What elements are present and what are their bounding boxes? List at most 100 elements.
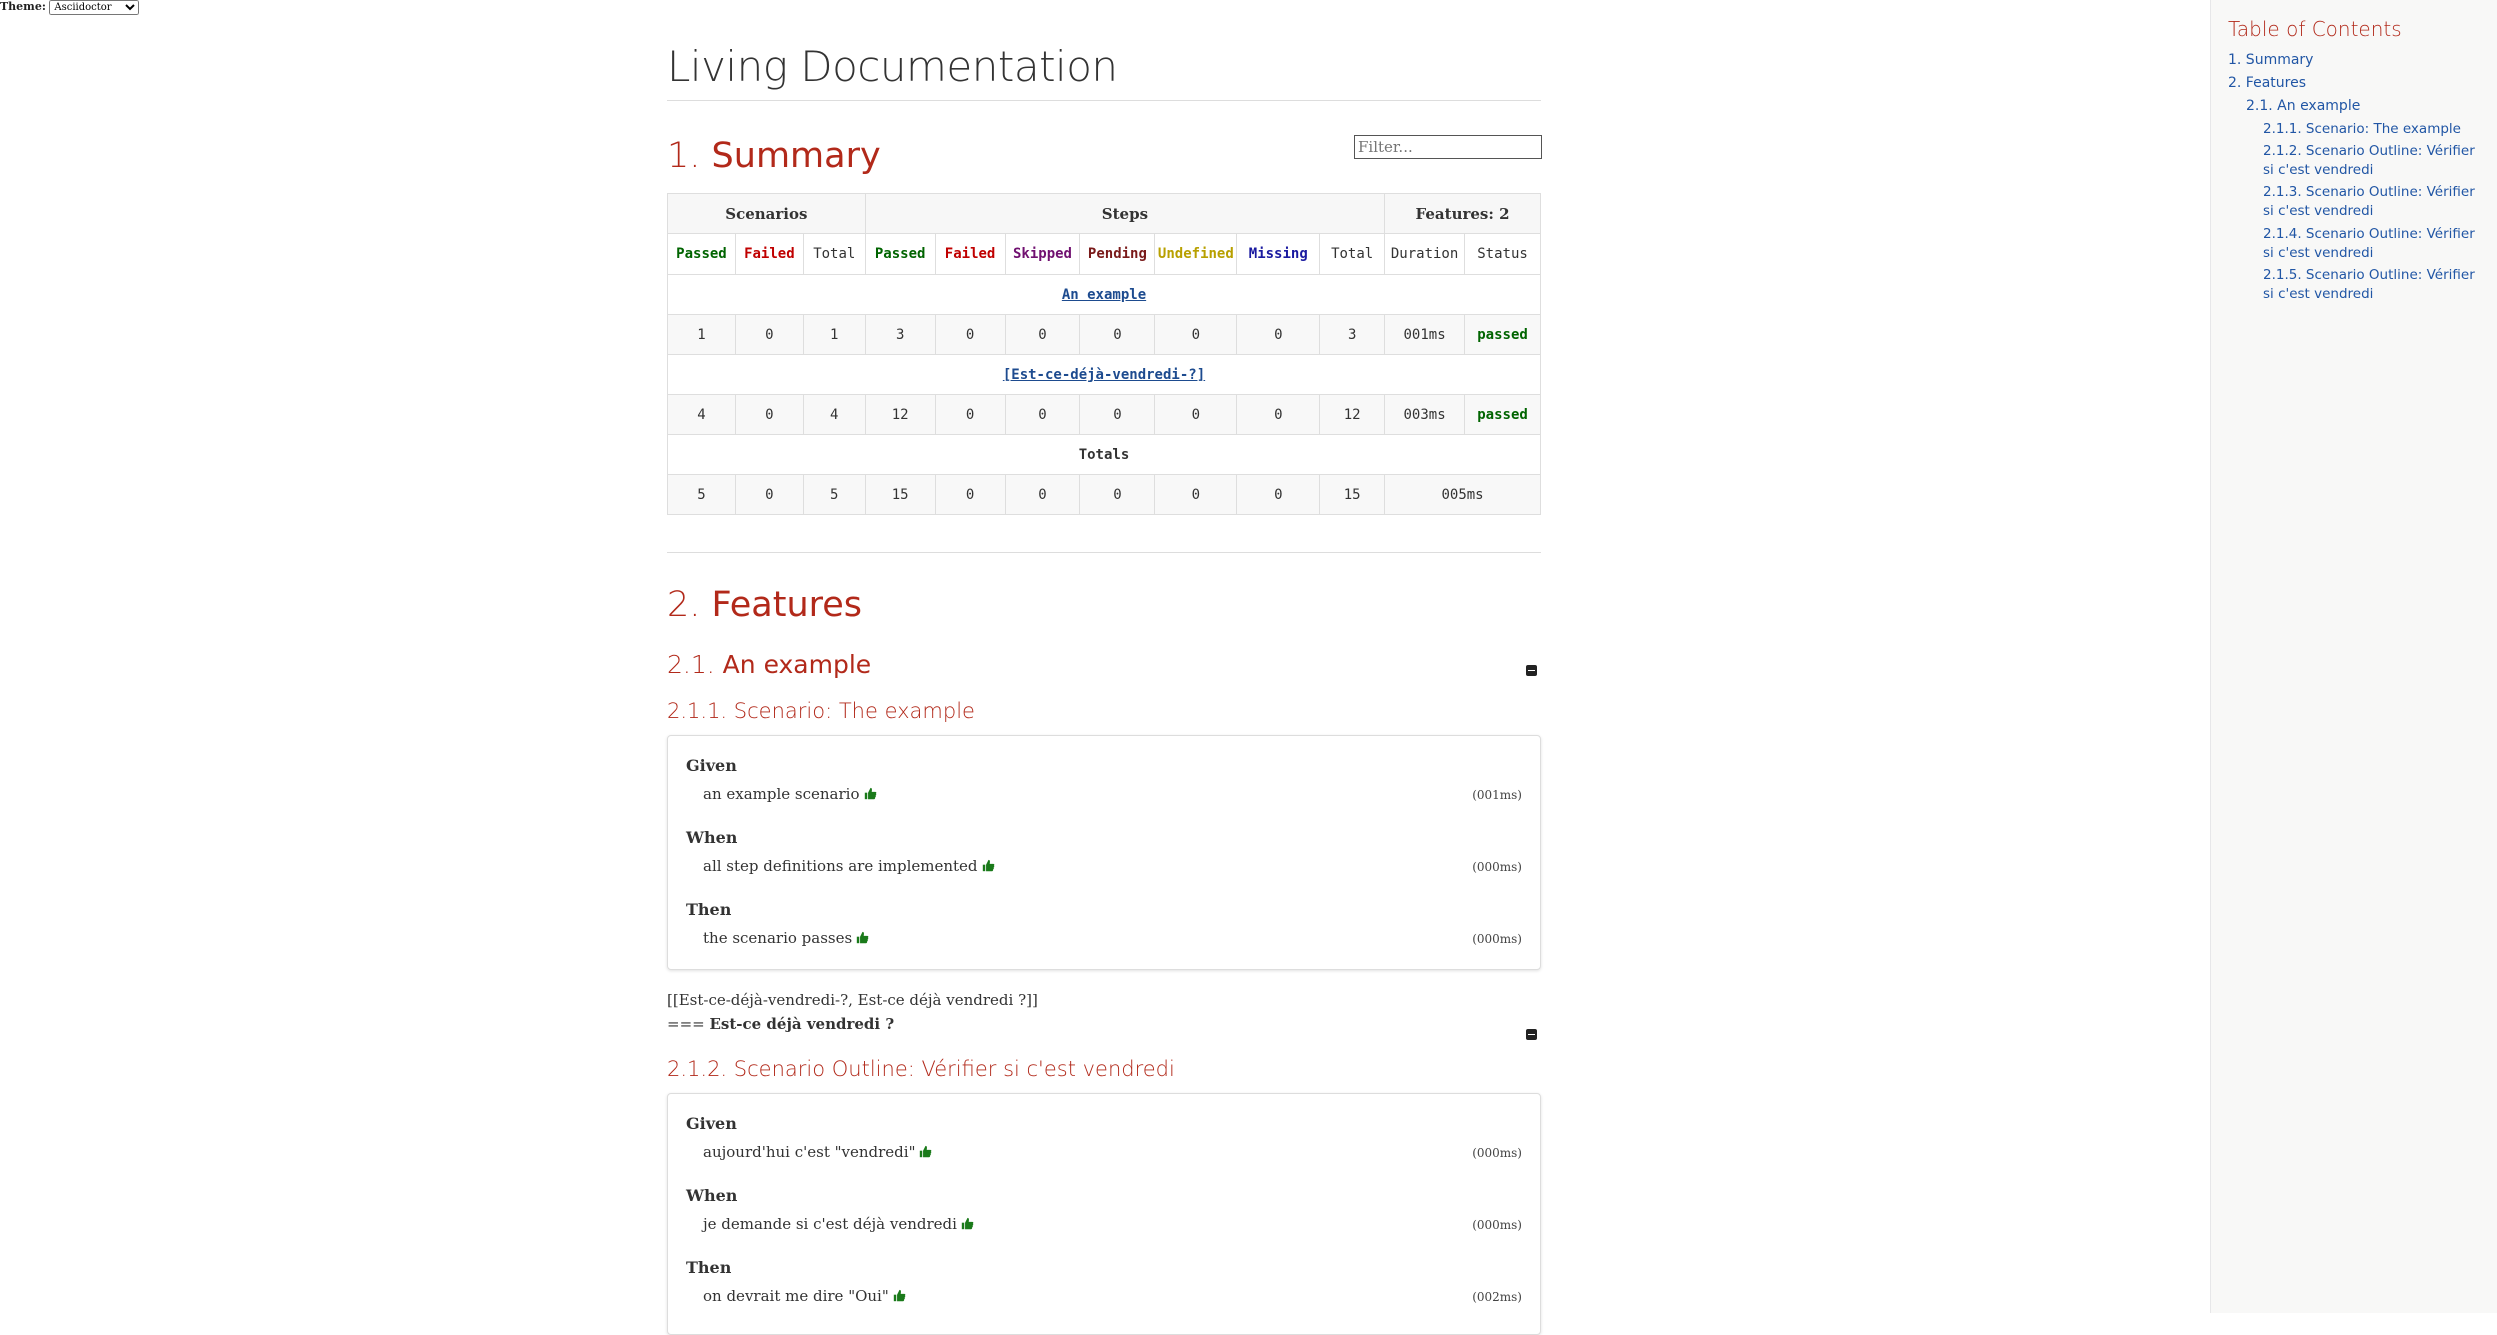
step-duration: (000ms) xyxy=(1472,1218,1522,1232)
step-duration: (001ms) xyxy=(1472,788,1522,802)
step-text: an example scenario xyxy=(703,785,877,803)
step-keyword: When xyxy=(686,1186,738,1205)
step-duration: (002ms) xyxy=(1472,1290,1522,1304)
step-keyword: Given xyxy=(686,756,737,775)
summary-heading: 1. Summary xyxy=(667,136,881,176)
step-keyword: When xyxy=(686,828,738,847)
table-cell: 5 xyxy=(802,474,866,515)
col-duration: Duration xyxy=(1384,233,1466,275)
step-text-label: je demande si c'est déjà vendredi xyxy=(703,1215,957,1233)
table-cell: 0 xyxy=(1236,474,1321,515)
col-steps-undefined: Undefined xyxy=(1154,233,1238,275)
step-keyword: Given xyxy=(686,1114,737,1133)
step-text-label: all step definitions are implemented xyxy=(703,857,978,875)
step-text-label: an example scenario xyxy=(703,785,860,803)
table-cell: 1 xyxy=(802,314,866,355)
header-features: Features: 2 xyxy=(1384,193,1541,234)
table-cell: 005ms xyxy=(1384,474,1541,515)
toc-link-scenario-outline-2[interactable]: 2.1.3. Scenario Outline: Vérifier si c'e… xyxy=(2263,183,2483,221)
step-duration: (000ms) xyxy=(1472,860,1522,874)
step-keyword: Then xyxy=(686,900,732,919)
col-status: Status xyxy=(1464,233,1541,275)
feature-link-an-example[interactable]: An example xyxy=(1062,287,1146,303)
step-text: on devrait me dire "Oui" xyxy=(703,1287,906,1305)
toc-title: Table of Contents xyxy=(2228,17,2402,41)
totals-label-row: Totals xyxy=(667,434,1541,475)
col-steps-skipped: Skipped xyxy=(1004,233,1081,275)
table-cell: 0 xyxy=(1154,474,1238,515)
collapse-feature-button[interactable] xyxy=(1526,665,1537,676)
features-heading-number: 2. xyxy=(667,585,701,625)
thumbs-up-icon xyxy=(961,1217,974,1230)
table-cell: 12 xyxy=(1319,394,1386,435)
thumbs-up-icon xyxy=(982,859,994,872)
step-duration: (000ms) xyxy=(1472,932,1522,946)
table-cell: 0 xyxy=(1154,314,1238,355)
raw-heading-text: === Est-ce déjà vendredi ? xyxy=(667,1015,894,1033)
table-cell: 0 xyxy=(1236,394,1321,435)
raw-heading-bold: Est-ce déjà vendredi ? xyxy=(709,1015,895,1033)
toc-link-scenario-outline-1[interactable]: 2.1.2. Scenario Outline: Vérifier si c'e… xyxy=(2263,142,2483,180)
col-scenarios-failed: Failed xyxy=(734,233,804,275)
totals-label: Totals xyxy=(667,434,1541,475)
thumbs-up-icon xyxy=(920,1145,932,1158)
table-cell: 3 xyxy=(1319,314,1386,355)
features-heading: 2. Features xyxy=(667,585,862,625)
status-cell: passed xyxy=(1464,394,1541,435)
section-divider xyxy=(667,552,1541,553)
table-row: 4 0 4 12 0 0 0 0 0 12 003ms passed xyxy=(667,394,1541,435)
step-keyword: Then xyxy=(686,1258,732,1277)
header-scenarios: Scenarios xyxy=(667,193,866,234)
table-of-contents: Table of Contents 1. Summary 2. Features… xyxy=(2210,0,2497,1313)
scenario-heading-number: 2.1.2. xyxy=(667,1057,728,1081)
table-cell: 0 xyxy=(1154,394,1238,435)
theme-selector-bar: Theme: Asciidoctor xyxy=(0,0,140,15)
feature-heading-an-example: 2.1. An example xyxy=(667,650,871,679)
table-cell: 0 xyxy=(934,394,1006,435)
raw-heading-prefix: === xyxy=(667,1015,705,1033)
step-duration: (000ms) xyxy=(1472,1146,1522,1160)
thumbs-up-icon xyxy=(864,787,876,800)
feature-link-vendredi[interactable]: [Est-ce-déjà-vendredi-?] xyxy=(1003,367,1205,383)
toc-link-scenario-example[interactable]: 2.1.1. Scenario: The example xyxy=(2263,120,2483,139)
step-text-label: on devrait me dire "Oui" xyxy=(703,1287,889,1305)
table-cell: 0 xyxy=(934,474,1006,515)
theme-select[interactable]: Asciidoctor xyxy=(49,0,140,15)
scenario-heading-text: Scenario: The example xyxy=(733,699,975,723)
totals-row: 5 0 5 15 0 0 0 0 0 15 005ms xyxy=(667,474,1541,515)
table-cell: 3 xyxy=(864,314,936,355)
table-row: 1 0 1 3 0 0 0 0 0 3 001ms passed xyxy=(667,314,1541,355)
scenario-steps-box: Given an example scenario (001ms) When a… xyxy=(667,735,1541,970)
table-cell: 4 xyxy=(667,394,736,435)
toc-link-scenario-outline-3[interactable]: 2.1.4. Scenario Outline: Vérifier si c'e… xyxy=(2263,225,2483,263)
summary-header-row: Scenarios Steps Features: 2 xyxy=(667,193,1541,234)
feature-name-cell: An example xyxy=(667,274,1541,315)
feature-name-row: [Est-ce-déjà-vendredi-?] xyxy=(667,354,1541,395)
col-steps-pending: Pending xyxy=(1079,233,1156,275)
col-steps-missing: Missing xyxy=(1236,233,1321,275)
toc-link-summary[interactable]: 1. Summary xyxy=(2228,51,2478,70)
toc-link-features[interactable]: 2. Features xyxy=(2228,74,2478,93)
summary-subheader-row: Passed Failed Total Passed Failed Skippe… xyxy=(667,233,1541,275)
scenario-heading: 2.1.2. Scenario Outline: Vérifier si c'e… xyxy=(667,1057,1175,1081)
table-cell: 0 xyxy=(734,314,804,355)
step-text: je demande si c'est déjà vendredi xyxy=(703,1215,974,1233)
col-steps-total: Total xyxy=(1319,233,1386,275)
table-cell: 0 xyxy=(1004,394,1081,435)
table-cell: 15 xyxy=(864,474,936,515)
summary-heading-text: Summary xyxy=(711,136,881,176)
table-cell: 001ms xyxy=(1384,314,1466,355)
table-cell: 4 xyxy=(802,394,866,435)
toc-link-scenario-outline-4[interactable]: 2.1.5. Scenario Outline: Vérifier si c'e… xyxy=(2263,266,2483,304)
step-text: aujourd'hui c'est "vendredi" xyxy=(703,1143,932,1161)
filter-input[interactable] xyxy=(1354,135,1542,159)
header-steps: Steps xyxy=(864,193,1386,234)
summary-table: Scenarios Steps Features: 2 Passed Faile… xyxy=(667,193,1541,515)
col-steps-failed: Failed xyxy=(934,233,1006,275)
title-divider xyxy=(667,100,1541,101)
table-cell: 1 xyxy=(667,314,736,355)
thumbs-up-icon xyxy=(857,931,869,944)
collapse-feature-button[interactable] xyxy=(1526,1029,1537,1040)
toc-link-an-example[interactable]: 2.1. An example xyxy=(2246,97,2476,116)
feature-heading-text: An example xyxy=(722,650,872,679)
